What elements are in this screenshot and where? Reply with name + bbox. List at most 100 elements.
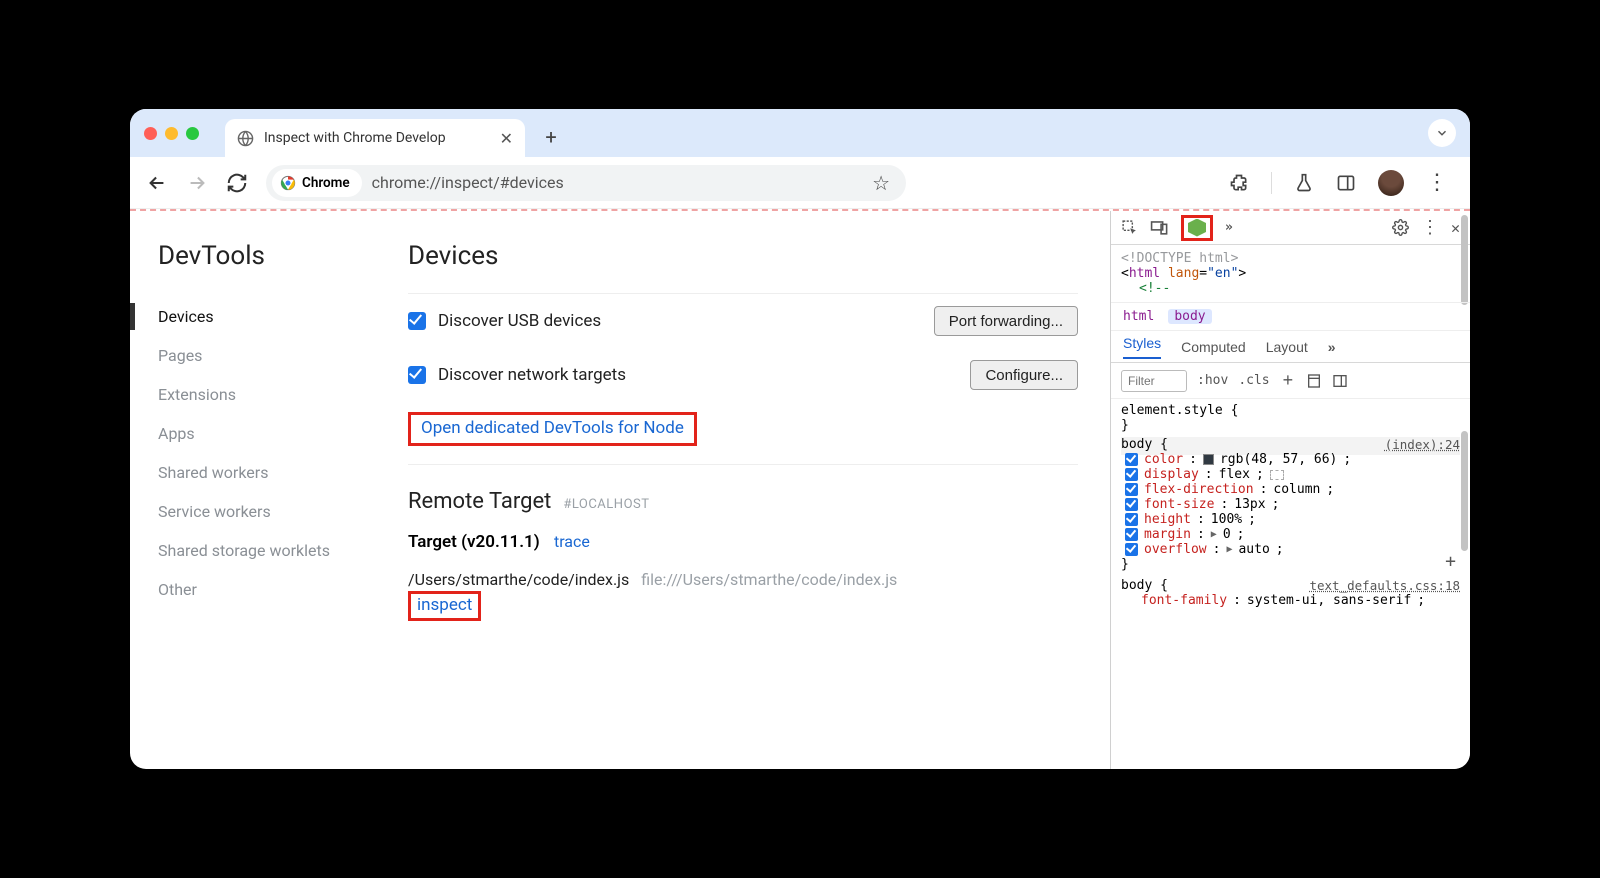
close-devtools-icon[interactable]: ✕ <box>1451 219 1460 237</box>
prop-checkbox[interactable] <box>1125 513 1138 526</box>
url-text: chrome://inspect/#devices <box>372 173 564 192</box>
expand-triangle-icon[interactable]: ▶ <box>1226 544 1232 555</box>
remote-target-heading: Remote Target #LOCALHOST <box>408 489 1078 514</box>
device-toolbar-icon[interactable] <box>1150 219 1169 236</box>
prop-checkbox[interactable] <box>1125 453 1138 466</box>
expand-chevron-icon[interactable] <box>1428 119 1456 147</box>
prop-checkbox[interactable] <box>1125 468 1138 481</box>
discover-usb-checkbox[interactable] <box>408 312 426 330</box>
element-style-label: element.style <box>1121 403 1223 418</box>
discover-network-row: Discover network targets Configure... <box>408 348 1078 402</box>
styles-filter-bar: :hov .cls + <box>1111 363 1470 399</box>
devtools-panel: » ⋮ ✕ <!DOCTYPE html> <html lang="en"> <… <box>1110 211 1470 769</box>
prop-checkbox[interactable] <box>1125 498 1138 511</box>
browser-window: Inspect with Chrome Develop ✕ + Chrome c… <box>130 109 1470 769</box>
inspect-link[interactable]: inspect <box>417 595 472 615</box>
toggle-sidebar-icon[interactable] <box>1332 373 1348 389</box>
devtools-menu-icon[interactable]: ⋮ <box>1421 217 1439 238</box>
new-tab-button[interactable]: + <box>537 125 565 149</box>
target-label: Target (v20.11.1) <box>408 532 540 552</box>
dom-html-tag: html <box>1129 266 1160 281</box>
tab-styles[interactable]: Styles <box>1123 335 1161 359</box>
body-rule-1[interactable]: (index):24 body { color: rgb(48, 57, 66)… <box>1121 437 1460 572</box>
color-swatch-icon[interactable] <box>1203 454 1214 465</box>
computed-styles-icon[interactable] <box>1306 373 1322 389</box>
dom-tree[interactable]: <!DOCTYPE html> <html lang="en"> <!-- <box>1111 245 1470 303</box>
bookmark-star-icon[interactable]: ☆ <box>872 171 900 195</box>
prop-checkbox[interactable] <box>1125 483 1138 496</box>
tab-computed[interactable]: Computed <box>1181 339 1246 355</box>
minimize-window-button[interactable] <box>165 127 178 140</box>
devtools-toolbar: » ⋮ ✕ <box>1111 211 1470 245</box>
tab-layout[interactable]: Layout <box>1266 339 1308 355</box>
scheme-chip: Chrome <box>272 169 362 197</box>
open-node-devtools-link[interactable]: Open dedicated DevTools for Node <box>421 418 684 438</box>
styles-pane: element.style {} (index):24 body { color… <box>1111 399 1470 769</box>
chrome-menu-icon[interactable]: ⋮ <box>1426 170 1446 195</box>
inspect-link-highlight: inspect <box>408 591 481 621</box>
port-forwarding-button[interactable]: Port forwarding... <box>934 306 1078 336</box>
labs-icon[interactable] <box>1294 173 1314 193</box>
crumb-body[interactable]: body <box>1168 309 1211 324</box>
back-button[interactable] <box>146 172 168 194</box>
discover-usb-label: Discover USB devices <box>438 311 601 331</box>
nodejs-icon[interactable] <box>1188 219 1206 237</box>
target-line: Target (v20.11.1) trace <box>408 532 1078 552</box>
sidebar-item-other[interactable]: Other <box>158 570 398 609</box>
address-bar[interactable]: Chrome chrome://inspect/#devices ☆ <box>266 165 906 201</box>
prop-checkbox[interactable] <box>1125 543 1138 556</box>
rule2-origin[interactable]: text_defaults.css:18 <box>1309 578 1460 593</box>
target-path: /Users/stmarthe/code/index.js <box>408 570 629 589</box>
more-tabs-2-icon[interactable]: » <box>1328 339 1336 355</box>
trace-link[interactable]: trace <box>554 532 590 551</box>
crumb-html[interactable]: html <box>1123 309 1154 324</box>
discover-usb-row: Discover USB devices Port forwarding... <box>408 293 1078 348</box>
settings-gear-icon[interactable] <box>1392 219 1409 236</box>
close-window-button[interactable] <box>144 127 157 140</box>
main-panel: Devices Discover USB devices Port forwar… <box>408 241 1096 769</box>
open-node-devtools-highlight: Open dedicated DevTools for Node <box>408 412 697 446</box>
separator <box>1271 172 1272 194</box>
add-property-icon[interactable]: + <box>1445 551 1456 572</box>
inspect-element-icon[interactable] <box>1121 219 1138 236</box>
element-style-rule[interactable]: element.style {} <box>1121 403 1460 433</box>
sidebar-item-shared-workers[interactable]: Shared workers <box>158 453 398 492</box>
side-panel-icon[interactable] <box>1336 173 1356 193</box>
rule1-origin[interactable]: (index):24 <box>1385 437 1460 452</box>
configure-button[interactable]: Configure... <box>970 360 1078 390</box>
reload-button[interactable] <box>226 172 248 194</box>
target-file-url: file:///Users/stmarthe/code/index.js <box>641 570 897 589</box>
flex-editor-icon[interactable] <box>1270 470 1284 480</box>
body-rule-2[interactable]: text_defaults.css:18 body { font-family:… <box>1121 578 1460 608</box>
scheme-label: Chrome <box>302 175 350 191</box>
styles-filter-input[interactable] <box>1121 370 1187 392</box>
discover-network-checkbox[interactable] <box>408 366 426 384</box>
sidebar-item-service-workers[interactable]: Service workers <box>158 492 398 531</box>
profile-avatar[interactable] <box>1378 170 1404 196</box>
dom-attr-name: lang <box>1168 266 1199 281</box>
prop-checkbox[interactable] <box>1125 528 1138 541</box>
sidebar: DevTools Devices Pages Extensions Apps S… <box>158 241 398 769</box>
sidebar-item-extensions[interactable]: Extensions <box>158 375 398 414</box>
forward-button[interactable] <box>186 172 208 194</box>
close-tab-icon[interactable]: ✕ <box>500 129 513 148</box>
extensions-icon[interactable] <box>1229 173 1249 193</box>
target-path-line: /Users/stmarthe/code/index.js file:///Us… <box>408 570 1078 621</box>
sidebar-item-devices[interactable]: Devices <box>158 297 398 336</box>
node-devtools-highlight <box>1181 215 1213 241</box>
scrollbar-thumb-2[interactable] <box>1461 431 1468 551</box>
more-tabs-icon[interactable]: » <box>1225 220 1233 235</box>
cls-toggle[interactable]: .cls <box>1238 373 1269 388</box>
hov-toggle[interactable]: :hov <box>1197 373 1228 388</box>
new-style-rule-icon[interactable]: + <box>1280 369 1297 392</box>
sidebar-item-pages[interactable]: Pages <box>158 336 398 375</box>
expand-triangle-icon[interactable]: ▶ <box>1211 529 1217 540</box>
content-area: DevTools Devices Pages Extensions Apps S… <box>130 209 1470 769</box>
styles-tabs: Styles Computed Layout » <box>1111 331 1470 363</box>
fullscreen-window-button[interactable] <box>186 127 199 140</box>
sidebar-item-apps[interactable]: Apps <box>158 414 398 453</box>
toolbar: Chrome chrome://inspect/#devices ☆ ⋮ <box>130 157 1470 209</box>
sidebar-item-shared-storage-worklets[interactable]: Shared storage worklets <box>158 531 398 570</box>
browser-tab[interactable]: Inspect with Chrome Develop ✕ <box>225 119 525 157</box>
dom-attr-value: "en" <box>1207 266 1238 281</box>
